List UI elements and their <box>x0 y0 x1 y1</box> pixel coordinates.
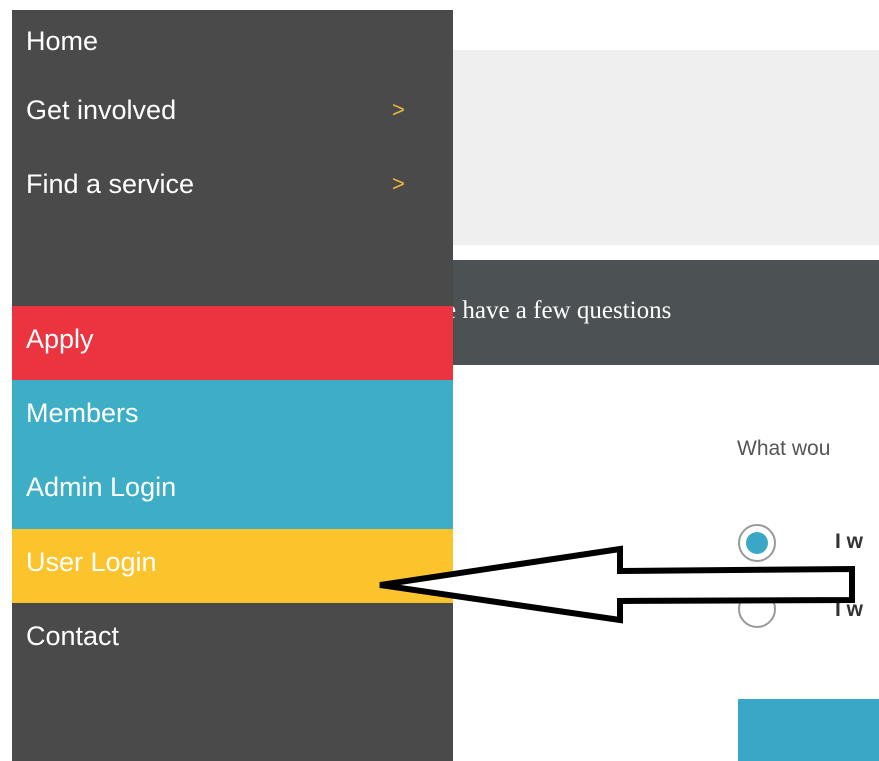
menu-item-label: Apply <box>26 324 94 354</box>
menu-item-get-involved[interactable]: Get involved > <box>12 79 453 149</box>
question-banner-text: e have a few questions <box>445 297 672 324</box>
menu-item-label: Admin Login <box>26 472 177 502</box>
menu-item-label: User Login <box>26 547 157 577</box>
menu-item-label: Get involved <box>26 95 177 125</box>
menu-item-admin-login[interactable]: Admin Login <box>12 454 453 529</box>
chevron-right-icon[interactable]: > <box>392 99 405 121</box>
menu-item-label: Members <box>26 398 139 428</box>
menu-item-find-a-service[interactable]: Find a service > <box>12 153 453 223</box>
menu-item-members[interactable]: Members <box>12 380 453 454</box>
continue-button[interactable] <box>738 699 879 761</box>
side-menu: Home Get involved > Find a service > App… <box>12 10 453 761</box>
radio-option-2-label[interactable]: I w <box>835 598 863 622</box>
radio-option-1[interactable] <box>738 524 776 562</box>
menu-item-label: Home <box>26 26 99 56</box>
menu-item-contact[interactable]: Contact <box>12 603 453 677</box>
menu-item-apply[interactable]: Apply <box>12 306 453 380</box>
menu-item-label: Find a service <box>26 169 195 199</box>
radio-option-1-label[interactable]: I w <box>835 530 863 554</box>
radio-option-2[interactable] <box>738 590 776 628</box>
menu-item-label: Contact <box>26 621 120 651</box>
question-prompt: What wou <box>737 437 831 460</box>
menu-item-user-login[interactable]: User Login <box>12 529 453 603</box>
chevron-right-icon[interactable]: > <box>392 173 405 195</box>
hero-panel <box>453 50 879 245</box>
menu-item-home[interactable]: Home <box>12 10 453 80</box>
